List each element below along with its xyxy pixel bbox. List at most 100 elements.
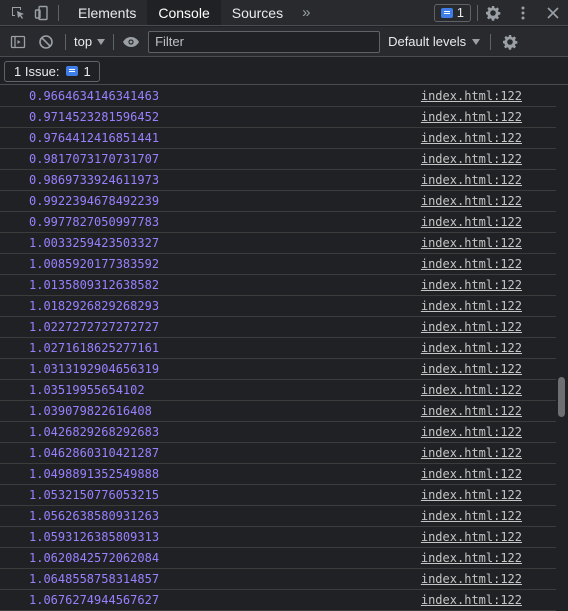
console-log-row: 1.0135809312638582 index.html:122 (0, 275, 556, 296)
log-value: 1.0227272727272727 (29, 320, 160, 334)
inspect-element-icon[interactable] (6, 0, 30, 26)
log-value: 0.9714523281596452 (29, 110, 160, 124)
log-value: 1.0182926829268293 (29, 299, 160, 313)
console-log-row: 1.0271618625277161 index.html:122 (0, 338, 556, 359)
toolbar-divider (113, 33, 115, 50)
chevron-down-icon (472, 38, 481, 45)
log-value: 1.03519955654102 (29, 383, 145, 397)
log-value: 0.9664634146341463 (29, 89, 160, 103)
log-value: 1.0620842572062084 (29, 551, 160, 565)
console-log-row: 1.0085920177383592 index.html:122 (0, 254, 556, 275)
more-tabs-icon[interactable]: » (294, 0, 318, 25)
console-log-row: 1.0562638580931263 index.html:122 (0, 506, 556, 527)
source-link[interactable]: index.html:122 (421, 467, 522, 481)
clear-console-icon[interactable] (35, 31, 57, 53)
issue-message-icon (65, 66, 78, 76)
log-value: 1.0085920177383592 (29, 257, 160, 271)
live-expression-eye-icon[interactable] (120, 31, 142, 53)
source-link[interactable]: index.html:122 (421, 278, 522, 292)
console-log-row: 0.9977827050997783 index.html:122 (0, 212, 556, 233)
console-log-row: 0.9764412416851441 index.html:122 (0, 128, 556, 149)
toolbar-divider (58, 4, 59, 21)
issues-button[interactable]: 1 (433, 3, 471, 22)
console-log-row: 1.039079822616408 index.html:122 (0, 401, 556, 422)
console-log-row: 1.0227272727272727 index.html:122 (0, 317, 556, 338)
log-value: 1.0271618625277161 (29, 341, 160, 355)
log-value: 1.0593126385809313 (29, 530, 160, 544)
log-value: 1.0562638580931263 (29, 509, 160, 523)
log-value: 1.0426829268292683 (29, 425, 160, 439)
source-link[interactable]: index.html:122 (421, 236, 522, 250)
source-link[interactable]: index.html:122 (421, 425, 522, 439)
devtools-tabbar: Elements Console Sources » 1 (0, 0, 568, 26)
console-log-row: 0.9817073170731707 index.html:122 (0, 149, 556, 170)
source-link[interactable]: index.html:122 (421, 173, 522, 187)
context-label: top (74, 34, 93, 49)
console-log-row: 1.0498891352549888 index.html:122 (0, 464, 556, 485)
scrollbar-thumb[interactable] (558, 377, 565, 417)
console-log-row: 0.9714523281596452 index.html:122 (0, 107, 556, 128)
toolbar-divider (65, 33, 66, 50)
source-link[interactable]: index.html:122 (421, 89, 522, 103)
source-link[interactable]: index.html:122 (421, 404, 522, 418)
source-link[interactable]: index.html:122 (421, 593, 522, 607)
source-link[interactable]: index.html:122 (421, 530, 522, 544)
source-link[interactable]: index.html:122 (421, 488, 522, 502)
log-value: 0.9869733924611973 (29, 173, 160, 187)
more-options-icon[interactable] (508, 0, 538, 26)
log-value: 0.9817073170731707 (29, 152, 160, 166)
source-link[interactable]: index.html:122 (421, 383, 522, 397)
scrollbar-track[interactable] (556, 86, 568, 611)
tab-elements[interactable]: Elements (67, 0, 147, 25)
console-log-row: 1.0462860310421287 index.html:122 (0, 443, 556, 464)
source-link[interactable]: index.html:122 (421, 299, 522, 313)
issue-message-icon (440, 7, 453, 18)
tab-sources[interactable]: Sources (221, 0, 294, 25)
log-value: 1.0676274944567627 (29, 593, 160, 607)
console-log-row: 0.9869733924611973 index.html:122 (0, 170, 556, 191)
settings-gear-icon[interactable] (478, 0, 508, 26)
source-link[interactable]: index.html:122 (421, 551, 522, 565)
log-levels-dropdown[interactable]: Default levels (388, 34, 481, 49)
log-value: 1.0532150776053215 (29, 488, 160, 502)
issues-pill-count: 1 (83, 63, 91, 79)
console-log-row: 1.0593126385809313 index.html:122 (0, 527, 556, 548)
console-settings-gear-icon[interactable] (499, 31, 521, 53)
log-value: 0.9922394678492239 (29, 194, 160, 208)
source-link[interactable]: index.html:122 (421, 362, 522, 376)
console-log-row: 1.0620842572062084 index.html:122 (0, 548, 556, 569)
issues-label: 1 Issue: (14, 63, 60, 79)
source-link[interactable]: index.html:122 (421, 572, 522, 586)
source-link[interactable]: index.html:122 (421, 320, 522, 334)
source-link[interactable]: index.html:122 (421, 215, 522, 229)
source-link[interactable]: index.html:122 (421, 257, 522, 271)
tab-console[interactable]: Console (147, 0, 221, 25)
log-value: 0.9764412416851441 (29, 131, 160, 145)
source-link[interactable]: index.html:122 (421, 110, 522, 124)
console-log-row: 1.0648558758314857 index.html:122 (0, 569, 556, 590)
console-log-row: 1.0426829268292683 index.html:122 (0, 422, 556, 443)
source-link[interactable]: index.html:122 (421, 341, 522, 355)
log-value: 1.0313192904656319 (29, 362, 160, 376)
close-icon[interactable] (538, 0, 568, 26)
source-link[interactable]: index.html:122 (421, 446, 522, 460)
log-value: 1.0462860310421287 (29, 446, 160, 460)
issues-pill[interactable]: 1 Issue: 1 (4, 60, 100, 82)
console-log: 0.9664634146341463 index.html:122 0.971452… (0, 86, 556, 611)
console-log-row: 1.0033259423503327 index.html:122 (0, 233, 556, 254)
source-link[interactable]: index.html:122 (421, 152, 522, 166)
context-selector[interactable]: top (74, 34, 106, 49)
filter-input[interactable] (148, 30, 381, 53)
source-link[interactable]: index.html:122 (421, 194, 522, 208)
source-link[interactable]: index.html:122 (421, 509, 522, 523)
device-toolbar-icon[interactable] (30, 0, 54, 26)
log-value: 1.0498891352549888 (29, 467, 160, 481)
log-levels-label: Default levels (388, 34, 467, 49)
console-log-row: 1.0532150776053215 index.html:122 (0, 485, 556, 506)
chevron-down-icon (97, 38, 106, 45)
console-log-row: 1.0313192904656319 index.html:122 (0, 359, 556, 380)
toolbar-divider (490, 33, 492, 50)
source-link[interactable]: index.html:122 (421, 131, 522, 145)
show-sidebar-icon[interactable] (7, 31, 29, 53)
log-value: 0.9977827050997783 (29, 215, 160, 229)
